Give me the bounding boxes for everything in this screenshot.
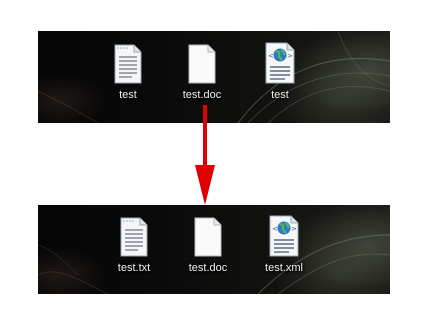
svg-text:<: < <box>272 225 278 233</box>
file-name-label: test.xml <box>265 262 303 274</box>
file-item-xml[interactable]: < > test.xml <box>254 214 314 274</box>
desktop-after-strip: test.txt test.doc < > test.xml <box>38 205 390 294</box>
text-file-icon <box>114 44 142 84</box>
file-item-xml[interactable]: < > test <box>250 41 310 101</box>
file-name-label: test.doc <box>188 262 228 274</box>
svg-text:>: > <box>287 52 293 60</box>
file-item-doc[interactable]: test.doc <box>172 43 232 101</box>
blank-document-icon <box>194 217 222 257</box>
blank-document-icon <box>188 44 216 84</box>
down-arrow-icon <box>195 105 215 205</box>
file-item-text[interactable]: test <box>98 43 158 101</box>
xml-globe-file-icon: < > <box>265 42 295 84</box>
svg-text:<: < <box>268 52 274 60</box>
file-name-label: test <box>119 89 137 101</box>
file-name-label: test <box>271 89 289 101</box>
svg-text:>: > <box>291 225 297 233</box>
file-name-label: test.txt <box>117 262 151 274</box>
file-name-label: test.doc <box>182 89 222 101</box>
file-item-doc[interactable]: test.doc <box>178 216 238 274</box>
text-file-icon <box>120 217 148 257</box>
xml-globe-file-icon: < > <box>269 215 299 257</box>
file-item-text[interactable]: test.txt <box>104 216 164 274</box>
